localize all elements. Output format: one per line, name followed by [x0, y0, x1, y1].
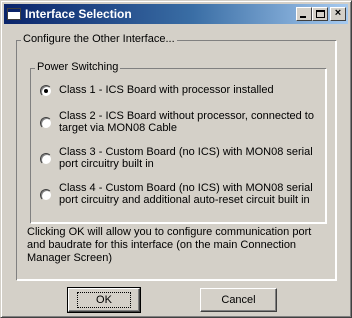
close-button[interactable]: ×	[330, 7, 346, 21]
ok-description-text: Clicking OK will allow you to configure …	[27, 226, 312, 264]
class-4-radio[interactable]	[40, 189, 52, 201]
window-icon	[7, 8, 21, 20]
title-bar-buttons: ×	[296, 7, 346, 21]
window-title: Interface Selection	[25, 7, 132, 21]
class-3-radio[interactable]	[40, 153, 52, 165]
ok-button-label: OK	[77, 292, 131, 308]
maximize-button[interactable]	[312, 7, 328, 21]
close-icon: ×	[334, 7, 342, 19]
interface-selection-dialog: Interface Selection × Configure the Othe…	[0, 0, 352, 318]
class-1-option[interactable]: Class 1 - ICS Board with processor insta…	[40, 84, 320, 97]
minimize-button[interactable]	[296, 7, 312, 21]
cancel-button-label: Cancel	[221, 294, 256, 306]
radio-dot-icon	[44, 89, 48, 93]
class-4-option[interactable]: Class 4 - Custom Board (no ICS) with MON…	[40, 182, 320, 206]
title-bar[interactable]: Interface Selection ×	[4, 4, 348, 24]
power-switching-group: Power Switching Class 1 - ICS Board with…	[30, 61, 326, 223]
class-2-label[interactable]: Class 2 - ICS Board without processor, c…	[59, 110, 320, 134]
cancel-button[interactable]: Cancel	[200, 288, 277, 312]
configure-interface-legend: Configure the Other Interface...	[21, 33, 177, 45]
class-2-radio[interactable]	[40, 117, 52, 129]
maximize-icon	[316, 10, 325, 18]
power-switching-legend: Power Switching	[35, 61, 121, 73]
ok-button[interactable]: OK	[67, 287, 141, 313]
class-2-option[interactable]: Class 2 - ICS Board without processor, c…	[40, 110, 320, 134]
class-3-option[interactable]: Class 3 - Custom Board (no ICS) with MON…	[40, 146, 320, 170]
minimize-icon	[300, 16, 306, 18]
class-4-label[interactable]: Class 4 - Custom Board (no ICS) with MON…	[59, 182, 320, 206]
class-1-label[interactable]: Class 1 - ICS Board with processor insta…	[59, 84, 274, 97]
configure-interface-group: Configure the Other Interface... Power S…	[16, 33, 336, 280]
class-1-radio[interactable]	[40, 85, 52, 97]
class-3-label[interactable]: Class 3 - Custom Board (no ICS) with MON…	[59, 146, 320, 170]
